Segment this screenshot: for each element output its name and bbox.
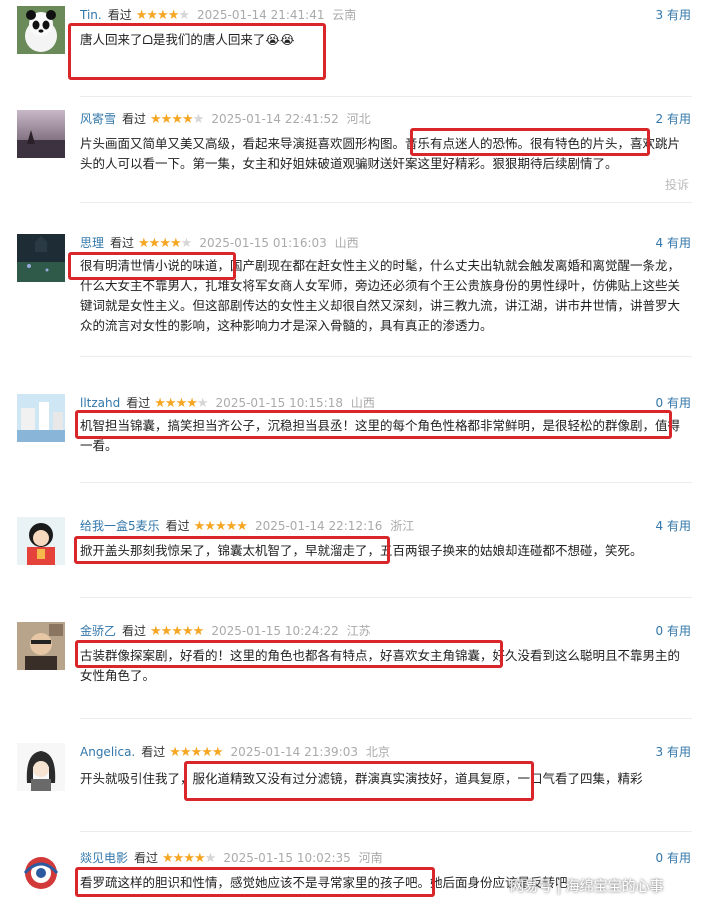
highlight-box [75,410,672,439]
comment-header: 燚见电影 看过 ★★★★★ 2025-01-15 10:02:35 河南 [80,849,383,867]
watched-label: 看过 [141,745,166,759]
comment-location: 河北 [346,112,371,126]
username-link[interactable]: 思理 [80,236,104,250]
comment-header: Angelica. 看过 ★★★★★ 2025-01-14 21:39:03 北京 [80,743,390,761]
comment-time: 2025-01-15 01:16:03 [199,236,327,250]
avatar[interactable] [17,6,65,54]
comment-time: 2025-01-14 22:41:52 [211,112,339,126]
avatar[interactable] [17,849,65,897]
stars-on: ★★★★★ [169,745,223,760]
username-link[interactable]: 金骄乙 [80,624,116,638]
useful-vote-button[interactable]: 4 有用 [656,234,691,252]
stars-on: ★★★★★ [150,624,204,639]
comment-header: 金骄乙 看过 ★★★★★ 2025-01-15 10:24:22 江苏 [80,622,371,640]
stars-on: ★★★★ [162,851,206,866]
comment-location: 云南 [332,8,357,22]
useful-vote-button[interactable]: 3 有用 [656,6,691,24]
divider [80,356,692,357]
comment-time: 2025-01-15 10:24:22 [211,624,339,638]
stars-on: ★★★★ [138,236,182,251]
comment-location: 山西 [350,396,375,410]
comment-location: 河南 [358,851,383,865]
comment-location: 北京 [365,745,390,759]
useful-vote-button[interactable]: 4 有用 [656,517,691,535]
stars-off: ★ [178,8,190,23]
divider [80,831,692,832]
rating-stars: ★★★★★ [162,851,217,866]
highlight-box [75,640,503,668]
stars-on: ★★★★ [154,396,198,411]
rating-stars: ★★★★★ [169,745,223,760]
username-link[interactable]: lltzahd [80,396,120,410]
divider [80,96,692,97]
stars-off: ★ [196,396,209,411]
highlight-box [75,867,435,897]
divider [80,202,692,203]
divider [80,718,692,719]
report-link[interactable]: 投诉 [665,176,689,193]
stars-on: ★★★★★ [193,519,248,534]
stars-off: ★ [192,112,205,127]
avatar[interactable] [17,517,65,565]
useful-vote-button[interactable]: 2 有用 [656,110,691,128]
highlight-box [68,252,236,280]
divider [80,482,692,483]
watched-label: 看过 [122,624,147,638]
watermark: 网易号 | 海绵宝宝的心事 [510,879,664,895]
comment-time: 2025-01-15 10:15:18 [215,396,343,410]
comment-location: 浙江 [390,519,415,533]
comment-time: 2025-01-15 10:02:35 [223,851,351,865]
username-link[interactable]: 风寄雪 [80,112,116,126]
comment-time: 2025-01-14 21:41:41 [197,8,325,22]
rating-stars: ★★★★★ [150,624,204,639]
highlight-box [68,23,326,80]
comment-header: 风寄雪 看过 ★★★★★ 2025-01-14 22:41:52 河北 [80,110,371,128]
useful-vote-button[interactable]: 3 有用 [656,743,691,761]
stars-on: ★★★★ [135,8,180,23]
username-link[interactable]: Angelica. [80,745,135,759]
rating-stars: ★★★★★ [135,8,190,23]
avatar[interactable] [17,622,65,670]
watched-label: 看过 [134,851,159,865]
highlight-box [410,128,650,156]
rating-stars: ★★★★★ [154,396,209,411]
username-link[interactable]: Tin. [80,8,102,22]
useful-vote-button[interactable]: 0 有用 [656,622,691,640]
stars-off: ★ [204,851,217,866]
watched-label: 看过 [122,112,147,126]
username-link[interactable]: 给我一盒5麦乐 [80,519,160,533]
watched-label: 看过 [107,8,132,22]
watched-label: 看过 [165,519,190,533]
highlight-box [74,536,390,564]
comment-header: 思理 看过 ★★★★★ 2025-01-15 01:16:03 山西 [80,234,359,252]
avatar[interactable] [17,110,65,158]
watched-label: 看过 [126,396,151,410]
comment-time: 2025-01-14 22:12:16 [254,519,383,533]
comment-location: 山西 [334,236,359,250]
stars-off: ★ [180,236,193,251]
watched-label: 看过 [110,236,135,250]
stars-on: ★★★★ [150,112,194,127]
comment-header: 给我一盒5麦乐 看过 ★★★★★ 2025-01-14 22:12:16 浙江 [80,517,414,535]
divider [80,597,692,598]
avatar[interactable] [17,743,65,791]
comment-time: 2025-01-14 21:39:03 [230,745,358,759]
avatar[interactable] [17,234,65,282]
rating-stars: ★★★★★ [138,236,193,251]
rating-stars: ★★★★★ [193,519,248,534]
avatar[interactable] [17,394,65,442]
comment-location: 江苏 [346,624,371,638]
highlight-box [184,761,534,801]
rating-stars: ★★★★★ [150,112,205,127]
useful-vote-button[interactable]: 0 有用 [656,849,691,867]
comment-page: Tin. 看过 ★★★★★ 2025-01-14 21:41:41 云南 3 有用 唐… [0,0,727,906]
username-link[interactable]: 燚见电影 [80,851,128,865]
comment-header: Tin. 看过 ★★★★★ 2025-01-14 21:41:41 云南 [80,6,356,24]
